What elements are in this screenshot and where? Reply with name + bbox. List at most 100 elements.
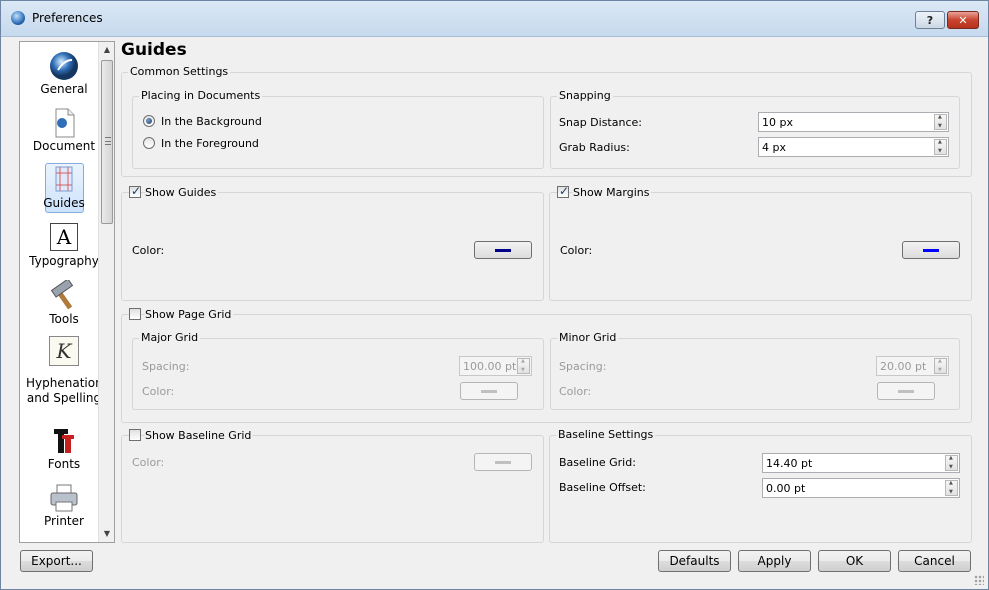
minor-spacing-label: Spacing: xyxy=(559,360,607,373)
margins-color-button[interactable] xyxy=(902,241,960,259)
guides-color-label: Color: xyxy=(132,244,165,257)
page-title: Guides xyxy=(121,40,187,60)
resize-grip-icon[interactable] xyxy=(974,575,984,585)
minor-color-swatch xyxy=(898,390,914,393)
spin-arrows-icon[interactable] xyxy=(945,480,958,496)
sidebar-item-printer[interactable]: Printer xyxy=(26,482,102,528)
snapping-group: Snapping xyxy=(550,89,960,169)
sidebar-item-tools[interactable]: Tools xyxy=(26,280,102,326)
sidebar-item-label: Printer xyxy=(44,514,84,528)
baseline-color-swatch xyxy=(495,461,511,464)
show-guides-label[interactable]: Show Guides xyxy=(145,186,219,199)
major-spacing-label: Spacing: xyxy=(142,360,190,373)
show-baseline-grid-label[interactable]: Show Baseline Grid xyxy=(145,429,254,442)
show-page-grid-label[interactable]: Show Page Grid xyxy=(145,308,234,321)
sidebar-scrollbar[interactable]: ▲ ▼ xyxy=(98,42,114,542)
sidebar-item-label: General xyxy=(40,82,88,96)
baseline-grid-input[interactable]: 14.40 pt xyxy=(762,453,960,473)
group-title: Common Settings xyxy=(128,65,231,78)
window-title: Preferences xyxy=(32,11,103,25)
grab-radius-input[interactable]: 4 px xyxy=(758,137,949,157)
major-color-swatch xyxy=(481,390,497,393)
grab-radius-value: 4 px xyxy=(762,141,786,154)
group-title: Major Grid xyxy=(139,331,201,344)
baseline-color-button[interactable] xyxy=(474,453,532,471)
scroll-thumb[interactable] xyxy=(101,60,113,224)
ok-button[interactable]: OK xyxy=(818,550,891,572)
fonts-icon xyxy=(54,429,74,453)
cancel-button[interactable]: Cancel xyxy=(898,550,971,572)
baseline-grid-label: Baseline Grid: xyxy=(559,456,636,469)
group-title: Minor Grid xyxy=(557,331,619,344)
sidebar-item-label: Hyphenation xyxy=(26,376,103,390)
sidebar-item-label-line2: and Spelling xyxy=(26,391,102,405)
show-page-grid-checkbox[interactable] xyxy=(129,308,141,320)
category-list[interactable]: General Document Guides A Typography Too… xyxy=(19,41,115,543)
major-color-button[interactable] xyxy=(460,382,518,400)
sidebar-item-fonts[interactable]: Fonts xyxy=(26,425,102,471)
apply-button[interactable]: Apply xyxy=(738,550,811,572)
snap-distance-value: 10 px xyxy=(762,116,793,129)
baseline-color-label: Color: xyxy=(132,456,165,469)
grab-radius-label: Grab Radius: xyxy=(559,141,630,154)
spin-arrows-icon[interactable] xyxy=(945,455,958,471)
sidebar-item-document[interactable]: Document xyxy=(26,107,102,153)
baseline-offset-input[interactable]: 0.00 pt xyxy=(762,478,960,498)
sidebar-item-label: Fonts xyxy=(47,457,81,471)
sidebar-item-general[interactable]: General xyxy=(26,50,102,96)
sidebar-item-hyphenation[interactable]: K Hyphenation and Spelling xyxy=(26,336,103,406)
document-icon xyxy=(55,108,75,138)
show-guides-checkbox[interactable] xyxy=(129,184,141,198)
radio-foreground-label[interactable]: In the Foreground xyxy=(161,137,259,150)
minor-spacing-value: 20.00 pt xyxy=(880,360,927,373)
margins-color-swatch xyxy=(923,249,939,252)
defaults-button[interactable]: Defaults xyxy=(658,550,731,572)
placing-group: Placing in Documents xyxy=(132,89,544,169)
scroll-down-icon[interactable]: ▼ xyxy=(99,526,114,542)
radio-background[interactable] xyxy=(143,115,155,127)
sidebar-item-label: Tools xyxy=(49,312,79,326)
export-button[interactable]: Export... xyxy=(20,550,93,572)
help-button[interactable]: ? xyxy=(915,11,945,29)
spin-arrows-icon[interactable] xyxy=(517,358,530,374)
baseline-offset-label: Baseline Offset: xyxy=(559,481,646,494)
minor-color-label: Color: xyxy=(559,385,592,398)
show-margins-label[interactable]: Show Margins xyxy=(573,186,652,199)
snap-distance-input[interactable]: 10 px xyxy=(758,112,949,132)
hyphenation-icon: K xyxy=(49,336,79,366)
sidebar-item-label: Typography xyxy=(29,254,99,268)
sidebar-item-label: Guides xyxy=(43,196,85,210)
spin-arrows-icon[interactable] xyxy=(934,139,947,155)
grip-icon xyxy=(105,137,111,145)
sidebar-item-label: Document xyxy=(32,139,96,153)
major-spacing-value: 100.00 pt xyxy=(463,360,517,373)
minor-color-button[interactable] xyxy=(877,382,935,400)
major-spacing-input[interactable]: 100.00 pt xyxy=(459,356,532,376)
show-margins-checkbox[interactable] xyxy=(557,184,569,198)
globe-icon xyxy=(50,52,78,80)
close-button[interactable]: ✕ xyxy=(947,11,979,29)
title-bar: Preferences ? ✕ xyxy=(1,1,988,37)
sidebar-item-typography[interactable]: A Typography xyxy=(26,223,102,268)
spin-arrows-icon[interactable] xyxy=(934,114,947,130)
show-baseline-grid-checkbox[interactable] xyxy=(129,429,141,441)
snap-distance-label: Snap Distance: xyxy=(559,116,642,129)
sidebar-item-guides[interactable]: Guides xyxy=(26,163,102,213)
guides-color-button[interactable] xyxy=(474,241,532,259)
scroll-up-icon[interactable]: ▲ xyxy=(99,42,114,58)
baseline-grid-value: 14.40 pt xyxy=(766,457,813,470)
radio-foreground[interactable] xyxy=(143,137,155,149)
margins-color-label: Color: xyxy=(560,244,593,257)
guides-color-swatch xyxy=(495,249,511,252)
radio-background-label[interactable]: In the Background xyxy=(161,115,262,128)
minor-spacing-input[interactable]: 20.00 pt xyxy=(876,356,949,376)
baseline-grid-group xyxy=(121,435,544,543)
group-title: Placing in Documents xyxy=(139,89,263,102)
app-icon xyxy=(11,11,25,25)
group-title: Baseline Settings xyxy=(556,428,656,441)
hammer-icon xyxy=(50,280,74,310)
baseline-offset-value: 0.00 pt xyxy=(766,482,806,495)
spin-arrows-icon[interactable] xyxy=(934,358,947,374)
printer-icon xyxy=(50,484,78,512)
group-title: Snapping xyxy=(557,89,613,102)
